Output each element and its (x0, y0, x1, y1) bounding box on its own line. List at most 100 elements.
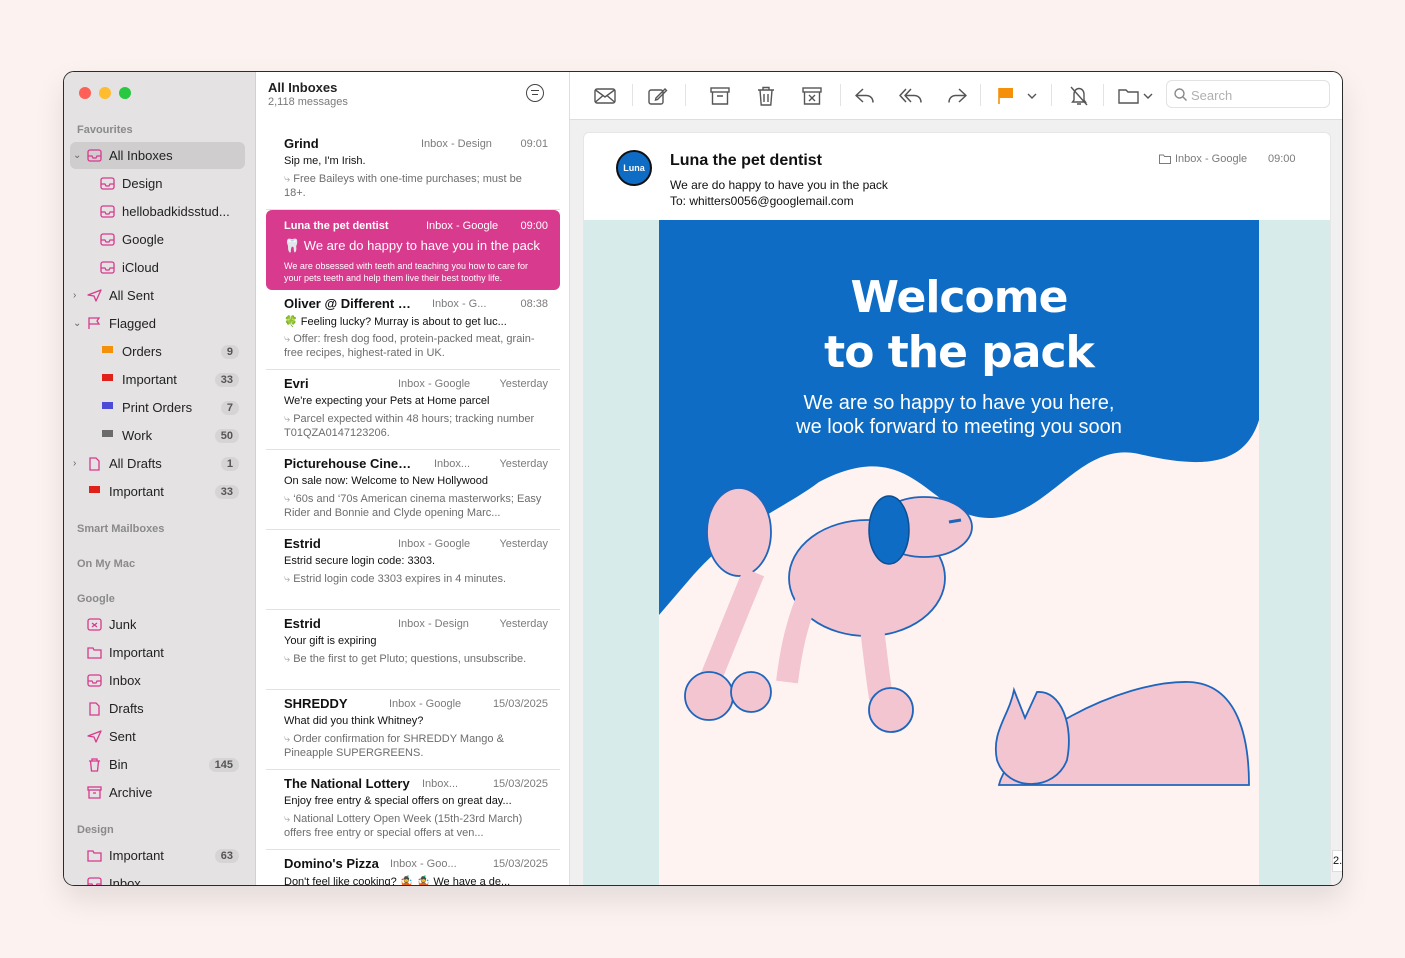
trash-icon (86, 757, 102, 772)
message-subject: Estrid secure login code: 3303. (284, 555, 436, 567)
folder-icon (86, 849, 102, 863)
sidebar-item-label: Bin (109, 757, 128, 772)
move-to-folder-button[interactable] (1116, 84, 1154, 108)
sidebar-item-print-orders[interactable]: Print Orders 7 (70, 394, 245, 421)
sidebar-item-design[interactable]: Design (70, 170, 245, 197)
message-row[interactable]: Oliver @ Different Dog Inbox - G... 08:3… (266, 290, 560, 370)
message-preview: ⤷ Order confirmation for SHREDDY Mango &… (284, 732, 542, 760)
archive-button[interactable] (708, 84, 732, 108)
unread-count-badge: 33 (214, 484, 239, 499)
sidebar-item-google-inbox[interactable]: Inbox (70, 667, 245, 694)
minimize-window-button[interactable] (99, 87, 111, 99)
reply-all-button[interactable] (899, 84, 923, 108)
reply-indicator-icon: ⤷ (284, 813, 294, 825)
message-subject: Sip me, I'm Irish. (284, 155, 366, 167)
inbox-icon (99, 261, 115, 275)
document-icon (86, 456, 102, 471)
sidebar-item-label: Flagged (109, 316, 156, 331)
sidebar-item-label: Inbox (109, 673, 141, 688)
sidebar-item-design-inbox[interactable]: Inbox (70, 870, 245, 885)
email-from[interactable]: Luna the pet dentist (670, 152, 822, 170)
chevron-right-icon[interactable]: › (73, 290, 81, 301)
message-row[interactable]: Evri Inbox - Google Yesterday We're expe… (266, 370, 560, 450)
message-row[interactable]: Picturehouse Cinemas Inbox... Yesterday … (266, 450, 560, 530)
message-row-selected[interactable]: Luna the pet dentist Inbox - Google 09:0… (266, 210, 560, 290)
sidebar-item-label: Junk (109, 617, 137, 632)
sidebar-item-label: hellobadkidsstud... (122, 204, 230, 219)
sidebar-item-label: Orders (122, 344, 162, 359)
mute-button[interactable] (1067, 84, 1091, 108)
sidebar-item-all-sent[interactable]: › All Sent (70, 282, 245, 309)
message-time: 09:00 (520, 220, 548, 232)
trash-icon (758, 86, 774, 106)
sidebar-item-label: Print Orders (122, 400, 193, 415)
filter-icon[interactable] (526, 84, 544, 102)
section-google[interactable]: Google (77, 593, 115, 605)
chevron-right-icon[interactable]: › (73, 458, 81, 469)
toolbar: Search (570, 72, 1342, 120)
sidebar-item-all-drafts[interactable]: › All Drafts 1 (70, 450, 245, 477)
sidebar-item-label: All Inboxes (109, 148, 173, 163)
close-window-button[interactable] (79, 87, 91, 99)
message-row[interactable]: Estrid Inbox - Design Yesterday Your gif… (266, 610, 560, 690)
sidebar-item-label: Important (109, 645, 164, 660)
sidebar-item-icloud[interactable]: iCloud (70, 254, 245, 281)
forward-button[interactable] (945, 84, 969, 108)
message-preview: ⤷ ‘60s and ‘70s American cinema masterwo… (284, 492, 542, 520)
message-preview: We are obsessed with teeth and teaching … (284, 261, 528, 283)
sidebar-item-google[interactable]: Google (70, 226, 245, 253)
section-on-my-mac[interactable]: On My Mac (77, 558, 135, 570)
reply-indicator-icon: ⤷ (284, 413, 294, 425)
sidebar-item-important-flag[interactable]: Important 33 (70, 366, 245, 393)
window-controls (79, 87, 131, 99)
flag-button[interactable] (994, 84, 1018, 108)
get-mail-button[interactable] (593, 84, 617, 108)
message-row[interactable]: The National Lottery Inbox... 15/03/2025… (266, 770, 560, 850)
sidebar-item-orders[interactable]: Orders 9 (70, 338, 245, 365)
sidebar-item-junk[interactable]: Junk (70, 611, 245, 638)
message-preview-text: Offer: fresh dog food, protein-packed me… (284, 333, 535, 359)
message-sender: Grind (284, 136, 319, 151)
flag-menu-button[interactable] (1025, 84, 1039, 108)
message-sender: The National Lottery (284, 776, 410, 791)
chevron-down-icon[interactable]: ⌄ (73, 150, 81, 161)
inbox-icon (86, 877, 102, 885)
message-preview-text: ‘60s and ‘70s American cinema masterwork… (284, 493, 542, 519)
sidebar-item-bin[interactable]: Bin 145 (70, 751, 245, 778)
compose-button[interactable] (646, 84, 670, 108)
sidebar-item-important[interactable]: Important 33 (70, 478, 245, 505)
message-subject: We're expecting your Pets at Home parcel (284, 395, 490, 407)
junk-button[interactable] (800, 84, 824, 108)
email-recipient[interactable]: To: whitters0056@googlemail.com (670, 194, 854, 208)
message-sender: Luna the pet dentist (284, 220, 389, 232)
inbox-icon (86, 674, 102, 688)
message-row[interactable]: Domino's Pizza Inbox - Goo... 15/03/2025… (266, 850, 560, 885)
message-row[interactable]: Grind Inbox - Design 09:01 Sip me, I'm I… (266, 130, 560, 210)
sidebar-item-label: Design (122, 176, 163, 191)
delete-button[interactable] (754, 84, 778, 108)
sidebar-item-all-inboxes[interactable]: ⌄ All Inboxes (70, 142, 245, 169)
sidebar-item-hellobadkids[interactable]: hellobadkidsstud... (70, 198, 245, 225)
toolbar-separator (685, 84, 686, 106)
sidebar-item-archive[interactable]: Archive (70, 779, 245, 806)
zoom-window-button[interactable] (119, 87, 131, 99)
unread-count-badge: 9 (220, 344, 239, 359)
message-row[interactable]: SHREDDY Inbox - Google 15/03/2025 What d… (266, 690, 560, 770)
sidebar-item-flagged[interactable]: ⌄ Flagged (70, 310, 245, 337)
email-view: Luna Luna the pet dentist We are do happ… (583, 132, 1331, 885)
side-peek-label: 2. (1332, 850, 1342, 872)
sidebar-item-google-drafts[interactable]: Drafts (70, 695, 245, 722)
reply-button[interactable] (853, 84, 877, 108)
sidebar-item-google-sent[interactable]: Sent (70, 723, 245, 750)
sidebar-item-google-important[interactable]: Important (70, 639, 245, 666)
search-field[interactable]: Search (1166, 80, 1330, 108)
section-design[interactable]: Design (77, 824, 114, 836)
section-smart-mailboxes[interactable]: Smart Mailboxes (77, 523, 164, 535)
email-subject: We are do happy to have you in the pack (670, 178, 888, 192)
folder-icon (1117, 89, 1139, 104)
message-row[interactable]: Estrid Inbox - Google Yesterday Estrid s… (266, 530, 560, 610)
chevron-down-icon[interactable]: ⌄ (73, 318, 81, 329)
message-mailbox: Inbox... (422, 778, 459, 790)
sidebar-item-design-important[interactable]: Important 63 (70, 842, 245, 869)
sidebar-item-work[interactable]: Work 50 (70, 422, 245, 449)
